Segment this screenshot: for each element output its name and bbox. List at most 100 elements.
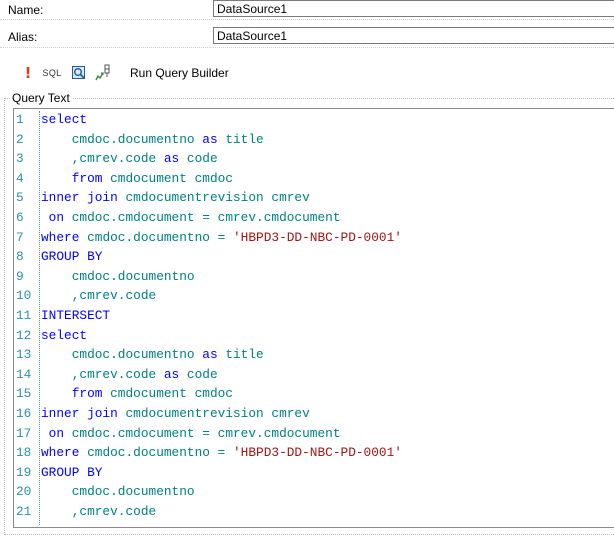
code-text: on cmdoc.cmdocument = cmrev.cmdocument xyxy=(41,209,341,226)
line-number: 9 xyxy=(16,268,24,284)
code-line[interactable]: 19 GROUP BY xyxy=(14,464,614,481)
code-line[interactable]: 3 ,cmrev.code as code xyxy=(14,150,614,167)
query-toolbar: ! SQL Run Query Builder xyxy=(0,60,614,86)
code-text: inner join cmdocumentrevision cmrev xyxy=(41,189,310,206)
code-token: inner join xyxy=(41,190,118,206)
code-token: where xyxy=(41,229,80,245)
code-text: ,cmrev.code as code xyxy=(41,150,218,167)
code-text: GROUP BY xyxy=(41,248,102,265)
code-token: code xyxy=(179,366,218,382)
code-text: cmdoc.documentno xyxy=(41,483,195,500)
line-number: 21 xyxy=(16,504,32,519)
code-line[interactable]: 21 ,cmrev.code xyxy=(14,503,614,520)
code-text: ,cmrev.code xyxy=(41,503,157,520)
code-token: cmdocumentrevision cmrev xyxy=(117,406,310,421)
code-line[interactable]: 14 ,cmrev.code as code xyxy=(14,366,614,383)
code-line[interactable]: 8 GROUP BY xyxy=(14,248,614,265)
run-query-builder-label: Run Query Builder xyxy=(130,66,229,80)
code-text: from cmdocument cmdoc xyxy=(41,170,233,187)
code-token: cmdocument cmdoc xyxy=(102,386,233,402)
alias-row: Alias: DataSource1 xyxy=(0,27,614,47)
line-number: 16 xyxy=(16,406,32,421)
line-number: 1 xyxy=(16,112,24,127)
line-number: 12 xyxy=(16,327,32,343)
code-text: ,cmrev.code xyxy=(41,287,157,304)
code-line[interactable]: 11 INTERSECT xyxy=(14,307,614,324)
query-text-legend: Query Text xyxy=(12,91,70,105)
parameters-button[interactable] xyxy=(93,63,115,83)
code-text: from cmdocument cmdoc xyxy=(41,385,233,402)
run-query-icon: ! xyxy=(24,64,32,82)
line-number: 2 xyxy=(16,131,24,147)
line-number: 18 xyxy=(16,445,32,461)
code-text: ,cmrev.code as code xyxy=(41,366,218,383)
code-token: inner join xyxy=(41,406,118,421)
code-text: on cmdoc.cmdocument = cmrev.cmdocument xyxy=(41,425,341,442)
query-check-icon xyxy=(72,66,86,80)
code-line[interactable]: 1 select xyxy=(14,111,614,128)
code-line[interactable]: 16 inner join cmdocumentrevision cmrev xyxy=(14,405,614,422)
code-text: where cmdoc.documentno = 'HBPD3-DD-NBC-P… xyxy=(41,444,402,461)
sql-icon: SQL xyxy=(42,68,62,78)
code-token: where xyxy=(41,445,80,461)
code-line[interactable]: 5 inner join cmdocumentrevision cmrev xyxy=(14,189,614,206)
code-token: cmdoc.documentno xyxy=(41,131,203,147)
run-query-button[interactable]: ! xyxy=(21,63,35,83)
alias-label: Alias: xyxy=(8,30,38,44)
code-line[interactable]: 10 ,cmrev.code xyxy=(14,287,614,304)
query-text-editor[interactable]: 1 select 2 cmdoc.documentno as title 3 ,cmr… xyxy=(13,108,614,528)
code-token: cmdoc.cmdocument = cmrev.cmdocument xyxy=(64,425,341,441)
code-line[interactable]: 12 select xyxy=(14,327,614,344)
line-number: 8 xyxy=(16,249,24,265)
code-token: ,cmrev.code xyxy=(41,288,157,304)
code-line[interactable]: 15 from cmdocument cmdoc xyxy=(14,385,614,402)
name-row: Name: DataSource1 xyxy=(0,0,614,20)
code-text: inner join cmdocumentrevision cmrev xyxy=(41,405,310,422)
line-number: 15 xyxy=(16,386,32,402)
code-line[interactable]: 6 on cmdoc.cmdocument = cmrev.cmdocument xyxy=(14,209,614,226)
code-token: cmdoc.documentno xyxy=(41,484,195,500)
code-token: GROUP BY xyxy=(41,464,103,480)
code-text: cmdoc.documentno as title xyxy=(41,131,264,148)
code-token: code xyxy=(179,151,218,167)
code-token: GROUP BY xyxy=(41,249,103,265)
code-token: cmdocument cmdoc xyxy=(102,170,233,186)
name-label: Name: xyxy=(8,3,44,17)
code-token: cmdoc.documentno xyxy=(41,268,195,284)
code-token: from xyxy=(71,386,103,402)
run-query-builder-button[interactable]: Run Query Builder xyxy=(130,63,260,83)
code-line[interactable]: 13 cmdoc.documentno as title xyxy=(14,346,614,363)
line-number: 19 xyxy=(16,464,32,480)
code-token: on xyxy=(41,210,65,225)
code-token: as xyxy=(202,131,218,147)
line-number: 17 xyxy=(16,425,32,441)
code-text: GROUP BY xyxy=(41,464,102,481)
code-line[interactable]: 4 from cmdocument cmdoc xyxy=(14,170,614,187)
code-token: INTERSECT xyxy=(41,308,111,323)
code-text: select xyxy=(41,111,87,128)
line-number: 7 xyxy=(16,229,24,245)
code-line[interactable]: 17 on cmdoc.cmdocument = cmrev.cmdocumen… xyxy=(14,425,614,442)
line-number: 3 xyxy=(16,151,24,167)
line-number: 11 xyxy=(16,308,32,323)
code-line[interactable]: 9 cmdoc.documentno xyxy=(14,268,614,285)
name-field[interactable]: DataSource1 xyxy=(213,0,614,17)
code-token: from xyxy=(71,170,103,186)
code-text: select xyxy=(41,327,87,344)
line-number: 13 xyxy=(16,347,32,363)
code-token: ,cmrev.code xyxy=(41,504,157,519)
code-line[interactable]: 18 where cmdoc.documentno = 'HBPD3-DD-NBC… xyxy=(14,444,614,461)
code-line[interactable]: 7 where cmdoc.documentno = 'HBPD3-DD-NBC-… xyxy=(14,229,614,246)
query-check-button[interactable] xyxy=(69,63,89,83)
line-number: 14 xyxy=(16,366,32,382)
code-token: cmdocumentrevision cmrev xyxy=(117,190,310,206)
code-token: title xyxy=(217,347,264,363)
code-text: cmdoc.documentno xyxy=(41,268,195,285)
alias-field[interactable]: DataSource1 xyxy=(213,27,614,44)
code-text: INTERSECT xyxy=(41,307,110,324)
code-token: cmdoc.documentno xyxy=(41,347,203,363)
code-line[interactable]: 2 cmdoc.documentno as title xyxy=(14,131,614,148)
sql-button[interactable]: SQL xyxy=(41,63,63,83)
code-line[interactable]: 20 cmdoc.documentno xyxy=(14,483,614,500)
